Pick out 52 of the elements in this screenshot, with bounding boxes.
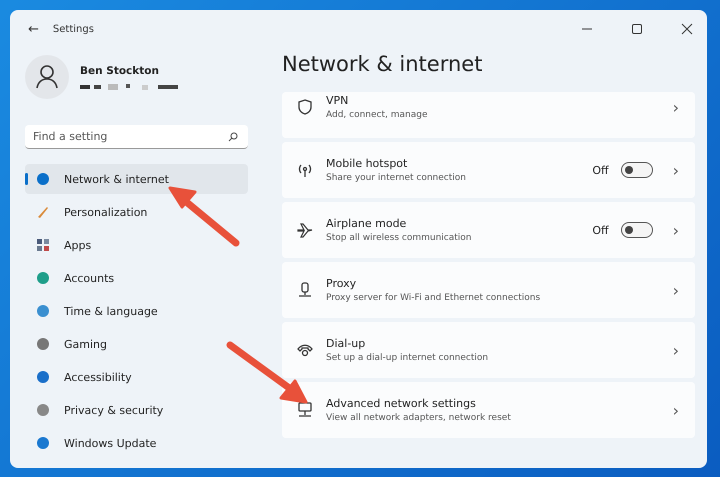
setting-description: Set up a dial-up internet connection — [326, 353, 490, 363]
setting-card[interactable]: Dial-up Set up a dial-up internet connection › — [282, 322, 695, 378]
sidebar-item[interactable]: Accessibility — [25, 362, 248, 392]
chevron-icon: › — [672, 98, 679, 117]
setting-title: Dial-up — [326, 337, 366, 350]
airplane-icon — [296, 221, 314, 239]
chevron-icon: › — [672, 280, 679, 300]
setting-title: Airplane mode — [326, 217, 408, 230]
sidebar-item[interactable]: Time & language — [25, 296, 248, 326]
close-icon[interactable] — [681, 23, 693, 35]
sidebar-item[interactable]: Apps — [25, 230, 248, 260]
setting-card[interactable]: VPN Add, connect, manage › — [282, 92, 695, 138]
brush-icon — [36, 205, 50, 219]
sidebar-item[interactable]: Network & internet — [25, 164, 248, 194]
search-field[interactable]: Find a setting — [25, 125, 248, 149]
window-title: Settings — [52, 24, 94, 34]
monitor-icon — [296, 401, 314, 419]
maximize-icon[interactable] — [631, 23, 643, 35]
setting-title: Mobile hotspot — [326, 157, 408, 170]
avatar-icon — [25, 55, 69, 99]
setting-card[interactable]: Proxy Proxy server for Wi-Fi and Ethernet connections › — [282, 262, 695, 318]
sidebar-item[interactable]: Windows Update — [25, 428, 248, 458]
setting-description: Add, connect, manage — [326, 110, 428, 120]
setting-card[interactable]: Mobile hotspot Share your internet connection Off › — [282, 142, 695, 198]
toggle-switch[interactable] — [620, 222, 653, 238]
setting-description: Stop all wireless communication — [326, 233, 472, 243]
search-icon — [228, 132, 238, 142]
chevron-icon: › — [672, 340, 679, 360]
sidebar-item[interactable]: Privacy & security — [25, 395, 248, 425]
setting-title: VPN — [326, 94, 350, 107]
proxy-icon — [296, 281, 314, 299]
apps-icon — [36, 238, 50, 252]
sidebar-item[interactable]: Gaming — [25, 329, 248, 359]
annotation-arrow — [168, 186, 240, 246]
setting-description: Proxy server for Wi-Fi and Ethernet connections — [326, 293, 542, 303]
setting-description: View all network adapters, network reset — [326, 413, 512, 423]
chevron-icon: › — [672, 160, 679, 180]
chevron-icon: › — [672, 220, 679, 240]
sidebar-item[interactable]: Accounts — [25, 263, 248, 293]
page-title: Network & internet — [282, 52, 484, 78]
sidebar-item[interactable]: Personalization — [25, 197, 248, 227]
setting-title: Proxy — [326, 277, 358, 290]
toggle-state: Off — [592, 224, 609, 236]
user-name: Ben Stockton — [80, 64, 160, 76]
chevron-icon: › — [672, 400, 679, 420]
setting-description: Share your internet connection — [326, 173, 467, 183]
toggle-state: Off — [592, 164, 609, 176]
toggle-switch[interactable] — [620, 162, 653, 178]
setting-card[interactable]: Airplane mode Stop all wireless communication Off › — [282, 202, 695, 258]
setting-card[interactable]: Advanced network settings View all network adapters, network reset › — [282, 382, 695, 438]
setting-title: Advanced network settings — [326, 397, 477, 410]
back-button[interactable]: ← — [28, 22, 39, 36]
